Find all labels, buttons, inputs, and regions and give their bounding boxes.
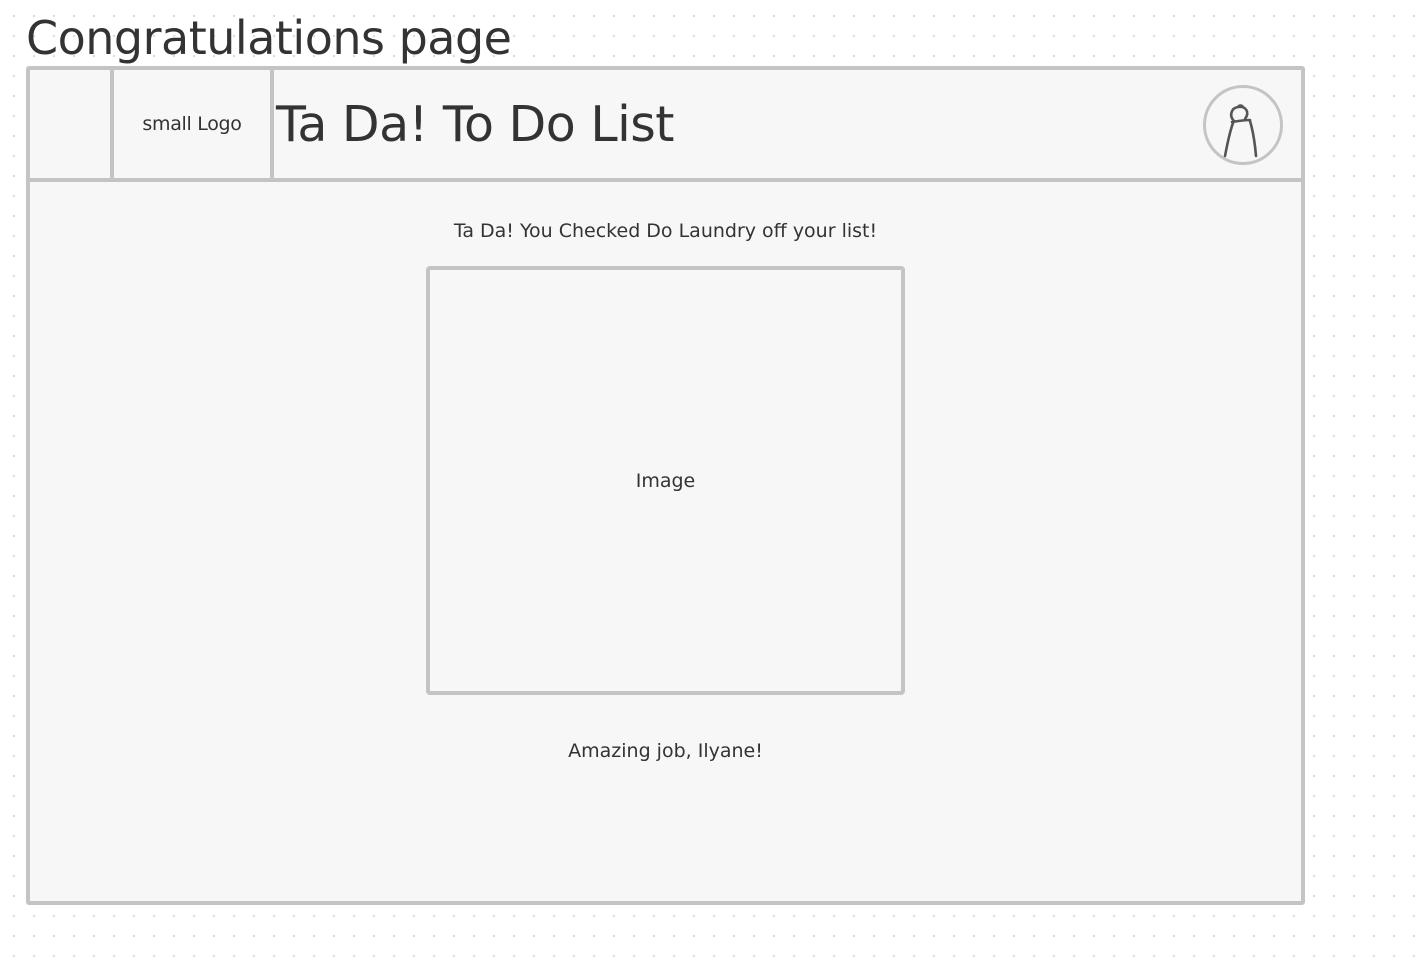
board-title: Congratulations page xyxy=(26,11,512,65)
praise-message: Amazing job, Ilyane! xyxy=(568,740,763,762)
completion-message: Ta Da! You Checked Do Laundry off your l… xyxy=(453,220,878,242)
image-placeholder: Image xyxy=(426,266,905,695)
app-title: Ta Da! To Do List xyxy=(276,96,675,153)
logo-placeholder[interactable]: small Logo xyxy=(114,70,274,178)
app-header: small Logo Ta Da! To Do List xyxy=(30,70,1301,182)
user-profile-button[interactable] xyxy=(1203,85,1283,165)
logo-label: small Logo xyxy=(142,113,242,135)
wireframe-frame: small Logo Ta Da! To Do List Ta Da! You … xyxy=(26,66,1305,905)
user-profile-icon xyxy=(1223,104,1258,158)
menu-placeholder[interactable] xyxy=(30,70,114,178)
image-placeholder-label: Image xyxy=(635,469,696,492)
